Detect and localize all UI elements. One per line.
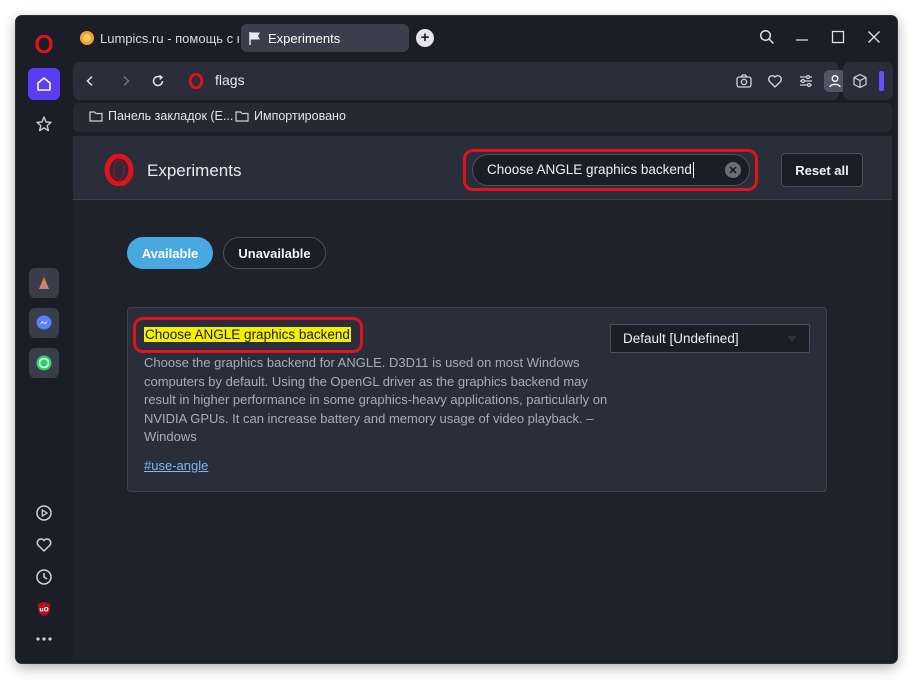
reset-all-button[interactable]: Reset all [781, 153, 863, 187]
more-dots-icon[interactable] [28, 623, 60, 655]
tab-available[interactable]: Available [127, 237, 213, 269]
bookmark-folder-panel[interactable]: Панель закладок (E... [89, 109, 233, 123]
tab-strip: Lumpics.ru - помощь с ко Experiments + [69, 16, 897, 58]
maximize-icon[interactable] [827, 26, 849, 48]
page-header: Experiments Choose ANGLE graphics backen… [73, 136, 892, 200]
bookmark-label: Панель закладок (E... [108, 109, 234, 123]
minimize-icon[interactable] [791, 26, 813, 48]
browser-window: uO Lumpics.ru - помощь с ко Experiments … [16, 16, 897, 663]
experiment-highlight-frame [133, 317, 363, 353]
opera-logo-icon [103, 153, 135, 191]
tab-label: Lumpics.ru - помощь с ко [100, 30, 239, 46]
folder-icon [235, 111, 249, 122]
bookmarks-star-icon[interactable] [28, 108, 60, 140]
url-field[interactable]: flags [215, 72, 245, 88]
new-tab-button[interactable]: + [416, 29, 434, 47]
experiment-select[interactable]: Default [Undefined] [610, 324, 810, 353]
easy-setup-icon[interactable] [795, 70, 817, 92]
whatsapp-icon[interactable] [29, 348, 59, 378]
extensions-cube-icon[interactable] [849, 70, 871, 92]
svg-text:uO: uO [39, 607, 48, 614]
sidebar: uO [16, 16, 69, 663]
extensions-area [843, 62, 893, 100]
ublock-icon[interactable]: uO [28, 593, 60, 625]
lumpics-favicon-icon [80, 31, 94, 45]
tab-unavailable[interactable]: Unavailable [223, 237, 326, 269]
back-icon[interactable] [79, 70, 101, 92]
search-highlight-frame [463, 149, 758, 191]
accent-indicator [879, 71, 884, 91]
flag-icon [249, 32, 260, 45]
close-window-icon[interactable] [863, 26, 885, 48]
tab-label: Experiments [268, 30, 341, 46]
heart-icon[interactable] [28, 529, 60, 561]
experiment-description: Choose the graphics backend for ANGLE. D… [144, 355, 608, 444]
bookmark-label: Импортировано [254, 109, 346, 123]
tab-lumpics[interactable]: Lumpics.ru - помощь с ко [73, 24, 239, 52]
address-bar: flags [73, 62, 846, 100]
bookmark-heart-icon[interactable] [764, 70, 786, 92]
folder-icon [89, 111, 103, 122]
opera-url-icon [185, 70, 207, 92]
experiment-link[interactable]: #use-angle [144, 458, 208, 473]
snapshot-camera-icon[interactable] [733, 70, 755, 92]
experiment-card: Choose ANGLE graphics backend Choose the… [127, 307, 827, 492]
search-tabs-icon[interactable] [756, 26, 778, 48]
bookmark-folder-imported[interactable]: Импортировано [235, 109, 346, 123]
bookmarks-bar: Панель закладок (E... Импортировано [73, 103, 892, 132]
player-icon[interactable] [28, 497, 60, 529]
selected-option: Default [Undefined] [623, 331, 739, 346]
messenger-icon[interactable] [29, 308, 59, 338]
opera-logo-icon[interactable] [28, 28, 60, 60]
forward-icon[interactable] [115, 70, 137, 92]
home-icon[interactable] [28, 68, 60, 100]
chevron-down-icon [787, 336, 797, 342]
history-clock-icon[interactable] [28, 561, 60, 593]
page-title: Experiments [147, 161, 242, 180]
aria-icon[interactable] [29, 268, 59, 298]
flags-page: Experiments Choose ANGLE graphics backen… [73, 136, 892, 660]
tab-experiments[interactable]: Experiments [241, 24, 409, 52]
reload-icon[interactable] [147, 70, 169, 92]
